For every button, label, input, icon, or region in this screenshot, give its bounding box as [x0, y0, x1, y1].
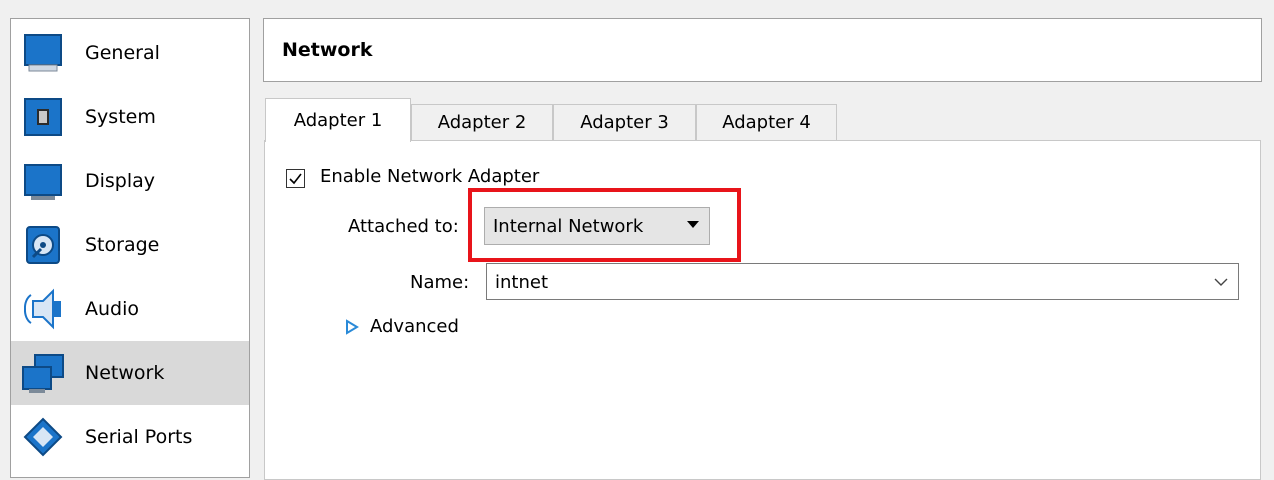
display-icon — [24, 164, 62, 200]
sidebar-item-label: Audio — [85, 298, 140, 320]
storage-icon — [26, 226, 60, 264]
serial-ports-icon — [23, 417, 63, 457]
sidebar-item-label: Display — [85, 170, 156, 192]
network-name-combobox[interactable]: intnet — [486, 263, 1239, 300]
sidebar-item-label: General — [85, 42, 160, 64]
sidebar-item-label: System — [85, 106, 156, 128]
enable-adapter-label[interactable]: Enable Network Adapter — [320, 166, 539, 187]
sidebar-item-display[interactable]: Display — [11, 149, 249, 213]
sidebar-item-serial-ports[interactable]: Serial Ports — [11, 405, 249, 469]
tab-adapter-3[interactable]: Adapter 3 — [553, 104, 696, 140]
advanced-toggle[interactable]: Advanced — [370, 316, 459, 337]
chevron-down-icon[interactable] — [1212, 273, 1230, 291]
checkmark-icon — [289, 173, 302, 185]
page-title: Network — [282, 39, 373, 61]
sidebar-item-system[interactable]: System — [11, 85, 249, 149]
sidebar-item-audio[interactable]: Audio — [11, 277, 249, 341]
page-header: Network — [263, 18, 1262, 82]
tab-adapter-4[interactable]: Adapter 4 — [696, 104, 837, 140]
tab-adapter-1[interactable]: Adapter 1 — [265, 98, 411, 142]
settings-sidebar: General System Display Storage Audio Net… — [10, 18, 250, 478]
name-label: Name: — [410, 272, 470, 293]
sidebar-item-network[interactable]: Network — [11, 341, 249, 405]
enable-adapter-checkbox[interactable] — [286, 169, 305, 188]
tab-adapter-2[interactable]: Adapter 2 — [411, 104, 553, 140]
sidebar-item-storage[interactable]: Storage — [11, 213, 249, 277]
attached-to-value: Internal Network — [493, 216, 644, 237]
sidebar-item-general[interactable]: General — [11, 21, 249, 85]
adapter-panel — [264, 140, 1261, 480]
network-name-value: intnet — [495, 272, 549, 293]
sidebar-item-label: Serial Ports — [85, 426, 193, 448]
audio-icon — [23, 288, 61, 330]
sidebar-item-label: Storage — [85, 234, 160, 256]
dropdown-arrow-icon — [687, 221, 699, 228]
attached-to-select[interactable]: Internal Network — [484, 207, 710, 245]
system-icon — [24, 98, 62, 136]
sidebar-item-label: Network — [85, 362, 165, 384]
network-icon — [22, 354, 64, 393]
expand-arrow-icon[interactable] — [345, 319, 359, 335]
attached-to-label: Attached to: — [348, 216, 459, 237]
general-icon — [24, 34, 62, 72]
